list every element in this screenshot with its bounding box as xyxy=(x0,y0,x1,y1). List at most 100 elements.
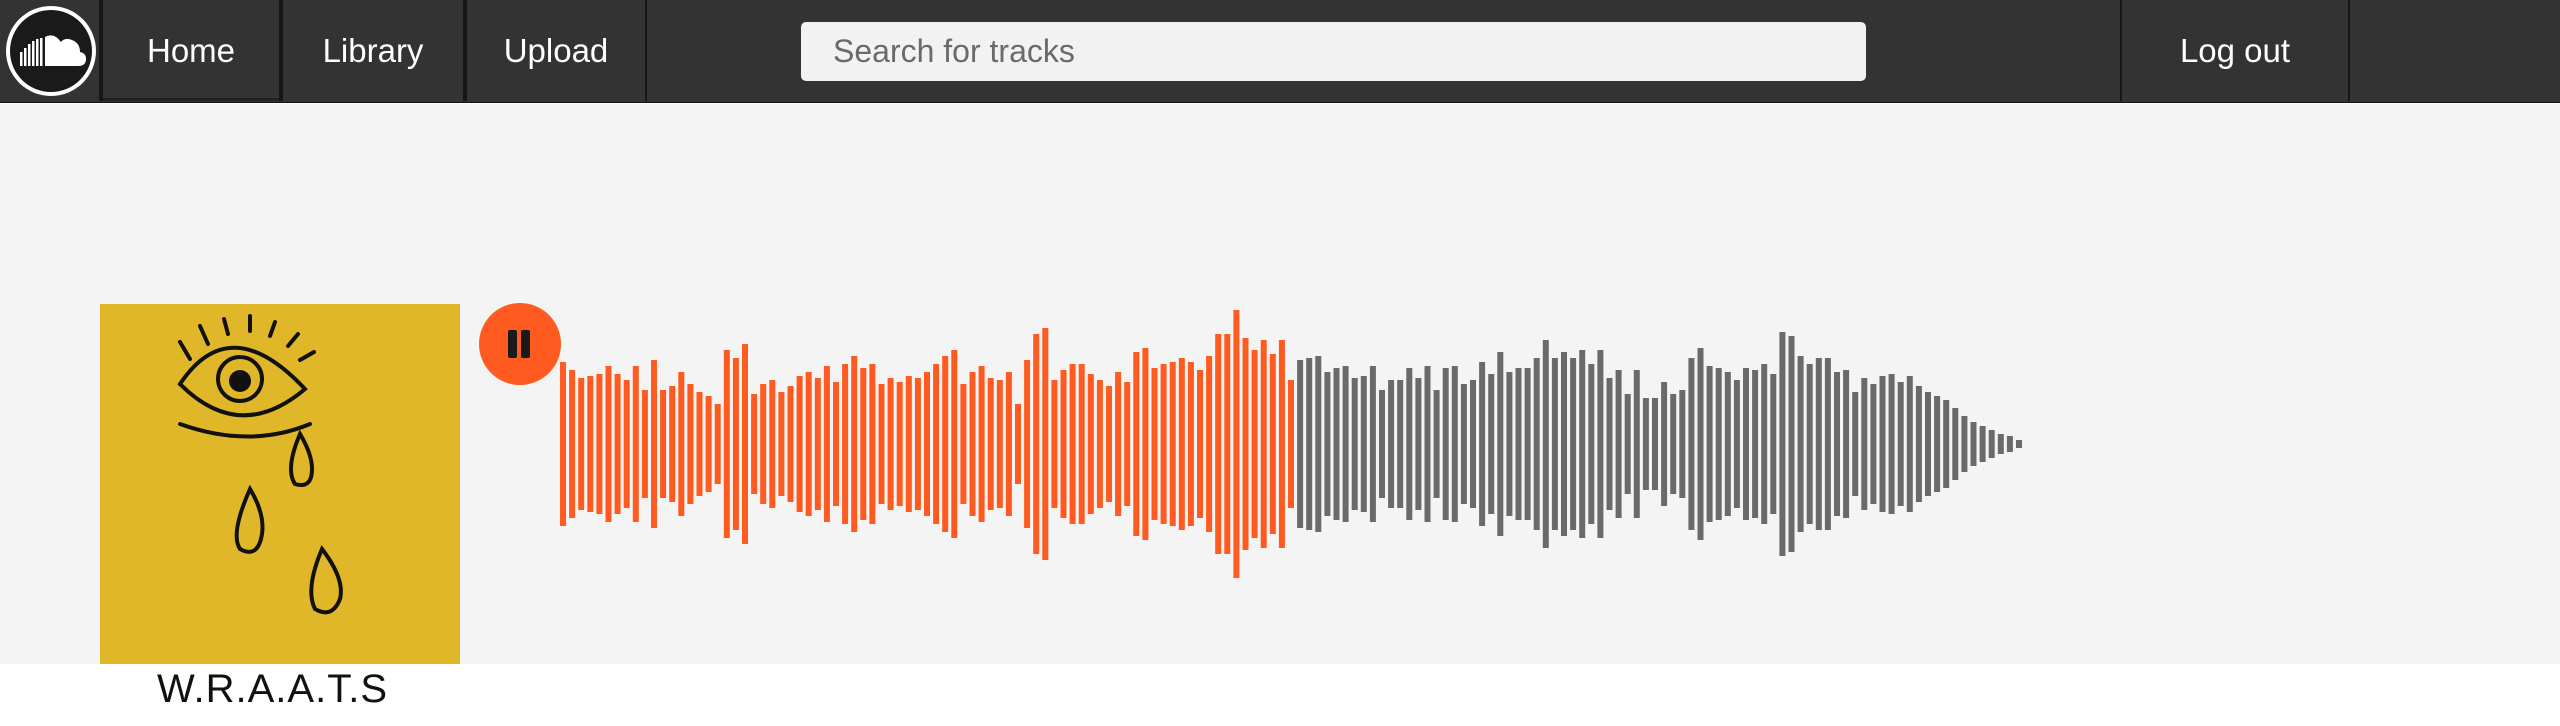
waveform-bar[interactable] xyxy=(578,378,585,510)
waveform-bar[interactable] xyxy=(1834,372,1840,516)
waveform-bar[interactable] xyxy=(1870,384,1877,504)
waveform-bar[interactable] xyxy=(1670,394,1677,494)
waveform-bar[interactable] xyxy=(1797,356,1804,532)
waveform-bar[interactable] xyxy=(1315,356,1322,532)
waveform-bar[interactable] xyxy=(1251,350,1258,538)
waveform[interactable] xyxy=(560,234,2350,654)
waveform-bar[interactable] xyxy=(641,390,648,498)
waveform-bar[interactable] xyxy=(1005,372,1012,516)
waveform-bar[interactable] xyxy=(1124,382,1131,506)
waveform-bar[interactable] xyxy=(587,376,594,512)
waveform-bar[interactable] xyxy=(1888,374,1895,514)
waveform-bar[interactable] xyxy=(1142,348,1149,540)
waveform-bar[interactable] xyxy=(996,380,1003,508)
waveform-bar[interactable] xyxy=(805,372,812,516)
waveform-bar[interactable] xyxy=(1815,358,1822,530)
waveform-bar[interactable] xyxy=(814,378,821,510)
waveform-bar[interactable] xyxy=(1306,358,1313,530)
waveform-bar[interactable] xyxy=(787,386,794,502)
waveform-bar[interactable] xyxy=(1551,358,1558,530)
logout-button[interactable]: Log out xyxy=(2120,0,2350,101)
waveform-bar[interactable] xyxy=(905,376,912,512)
waveform-bar[interactable] xyxy=(1934,396,1941,492)
waveform-bar[interactable] xyxy=(669,386,676,502)
waveform-bar[interactable] xyxy=(1415,378,1422,510)
waveform-bar[interactable] xyxy=(924,372,930,516)
waveform-bar[interactable] xyxy=(1779,332,1786,556)
waveform-bar[interactable] xyxy=(1197,370,1203,518)
waveform-bar[interactable] xyxy=(1770,374,1777,514)
waveform-bar[interactable] xyxy=(678,372,685,516)
waveform-bar[interactable] xyxy=(1542,340,1549,548)
waveform-bar[interactable] xyxy=(769,380,776,508)
waveform-bar[interactable] xyxy=(1051,380,1058,508)
waveform-bar[interactable] xyxy=(1806,364,1813,524)
waveform-bar[interactable] xyxy=(1961,416,1968,472)
waveform-bar[interactable] xyxy=(887,378,894,510)
waveform-bar[interactable] xyxy=(1470,380,1476,508)
waveform-bar[interactable] xyxy=(1424,366,1431,522)
waveform-bar[interactable] xyxy=(1506,372,1513,516)
waveform-bar[interactable] xyxy=(1033,334,1040,554)
waveform-bar[interactable] xyxy=(1661,382,1668,506)
waveform-bar[interactable] xyxy=(696,392,703,496)
waveform-bar[interactable] xyxy=(1096,380,1103,508)
waveform-bar[interactable] xyxy=(1342,366,1349,522)
waveform-bar[interactable] xyxy=(1015,404,1021,484)
waveform-bar[interactable] xyxy=(933,364,940,524)
waveform-bar[interactable] xyxy=(1288,380,1294,508)
waveform-bar[interactable] xyxy=(1897,382,1904,506)
waveform-bar[interactable] xyxy=(651,360,657,528)
waveform-bar[interactable] xyxy=(1115,372,1122,516)
waveform-bar[interactable] xyxy=(1151,368,1158,520)
waveform-bar[interactable] xyxy=(1397,380,1404,508)
waveform-bar[interactable] xyxy=(705,396,712,492)
waveform-bar[interactable] xyxy=(987,378,994,510)
waveform-bar[interactable] xyxy=(1524,368,1531,520)
waveform-bar[interactable] xyxy=(614,374,621,514)
waveform-bar[interactable] xyxy=(869,364,876,524)
waveform-bar[interactable] xyxy=(1360,376,1367,512)
waveform-bar[interactable] xyxy=(1069,364,1076,524)
waveform-bar[interactable] xyxy=(723,350,730,538)
waveform-bar[interactable] xyxy=(1269,354,1276,534)
waveform-bar[interactable] xyxy=(596,374,603,514)
waveform-bar[interactable] xyxy=(1579,350,1586,538)
nav-upload-link[interactable]: Upload xyxy=(465,0,647,101)
waveform-bar[interactable] xyxy=(1178,358,1185,530)
waveform-bar[interactable] xyxy=(1324,372,1331,516)
waveform-bar[interactable] xyxy=(1087,374,1094,514)
waveform-bar[interactable] xyxy=(1533,358,1540,530)
waveform-bar[interactable] xyxy=(942,356,949,532)
waveform-bar[interactable] xyxy=(842,364,849,524)
waveform-bar[interactable] xyxy=(1561,352,1567,536)
waveform-bar[interactable] xyxy=(1379,390,1385,498)
waveform-bar[interactable] xyxy=(1460,384,1467,504)
waveform-bar[interactable] xyxy=(1642,398,1649,490)
waveform-bar[interactable] xyxy=(1697,348,1704,540)
waveform-bar[interactable] xyxy=(1679,390,1686,498)
waveform-bar[interactable] xyxy=(1743,368,1749,520)
waveform-bar[interactable] xyxy=(1788,336,1795,552)
waveform-bar[interactable] xyxy=(714,404,721,484)
waveform-bar[interactable] xyxy=(1233,310,1240,578)
waveform-bar[interactable] xyxy=(1206,356,1213,532)
nav-library-link[interactable]: Library xyxy=(281,0,465,101)
waveform-bar[interactable] xyxy=(1333,368,1340,520)
waveform-bar[interactable] xyxy=(1715,368,1722,520)
waveform-bar[interactable] xyxy=(560,362,566,526)
waveform-bar[interactable] xyxy=(2006,436,2013,452)
waveform-bar[interactable] xyxy=(1160,364,1167,524)
waveform-bar[interactable] xyxy=(632,366,639,522)
waveform-bar[interactable] xyxy=(1451,366,1458,522)
waveform-bar[interactable] xyxy=(1979,426,1986,462)
waveform-bar[interactable] xyxy=(1479,362,1486,526)
waveform-bar[interactable] xyxy=(1597,350,1604,538)
waveform-bar[interactable] xyxy=(1952,408,1959,480)
waveform-bar[interactable] xyxy=(1078,364,1085,524)
waveform-bar[interactable] xyxy=(1588,364,1595,524)
waveform-bar[interactable] xyxy=(896,382,903,506)
waveform-bar[interactable] xyxy=(1606,378,1613,510)
waveform-bar[interactable] xyxy=(1925,392,1931,496)
waveform-bar[interactable] xyxy=(1733,380,1740,508)
